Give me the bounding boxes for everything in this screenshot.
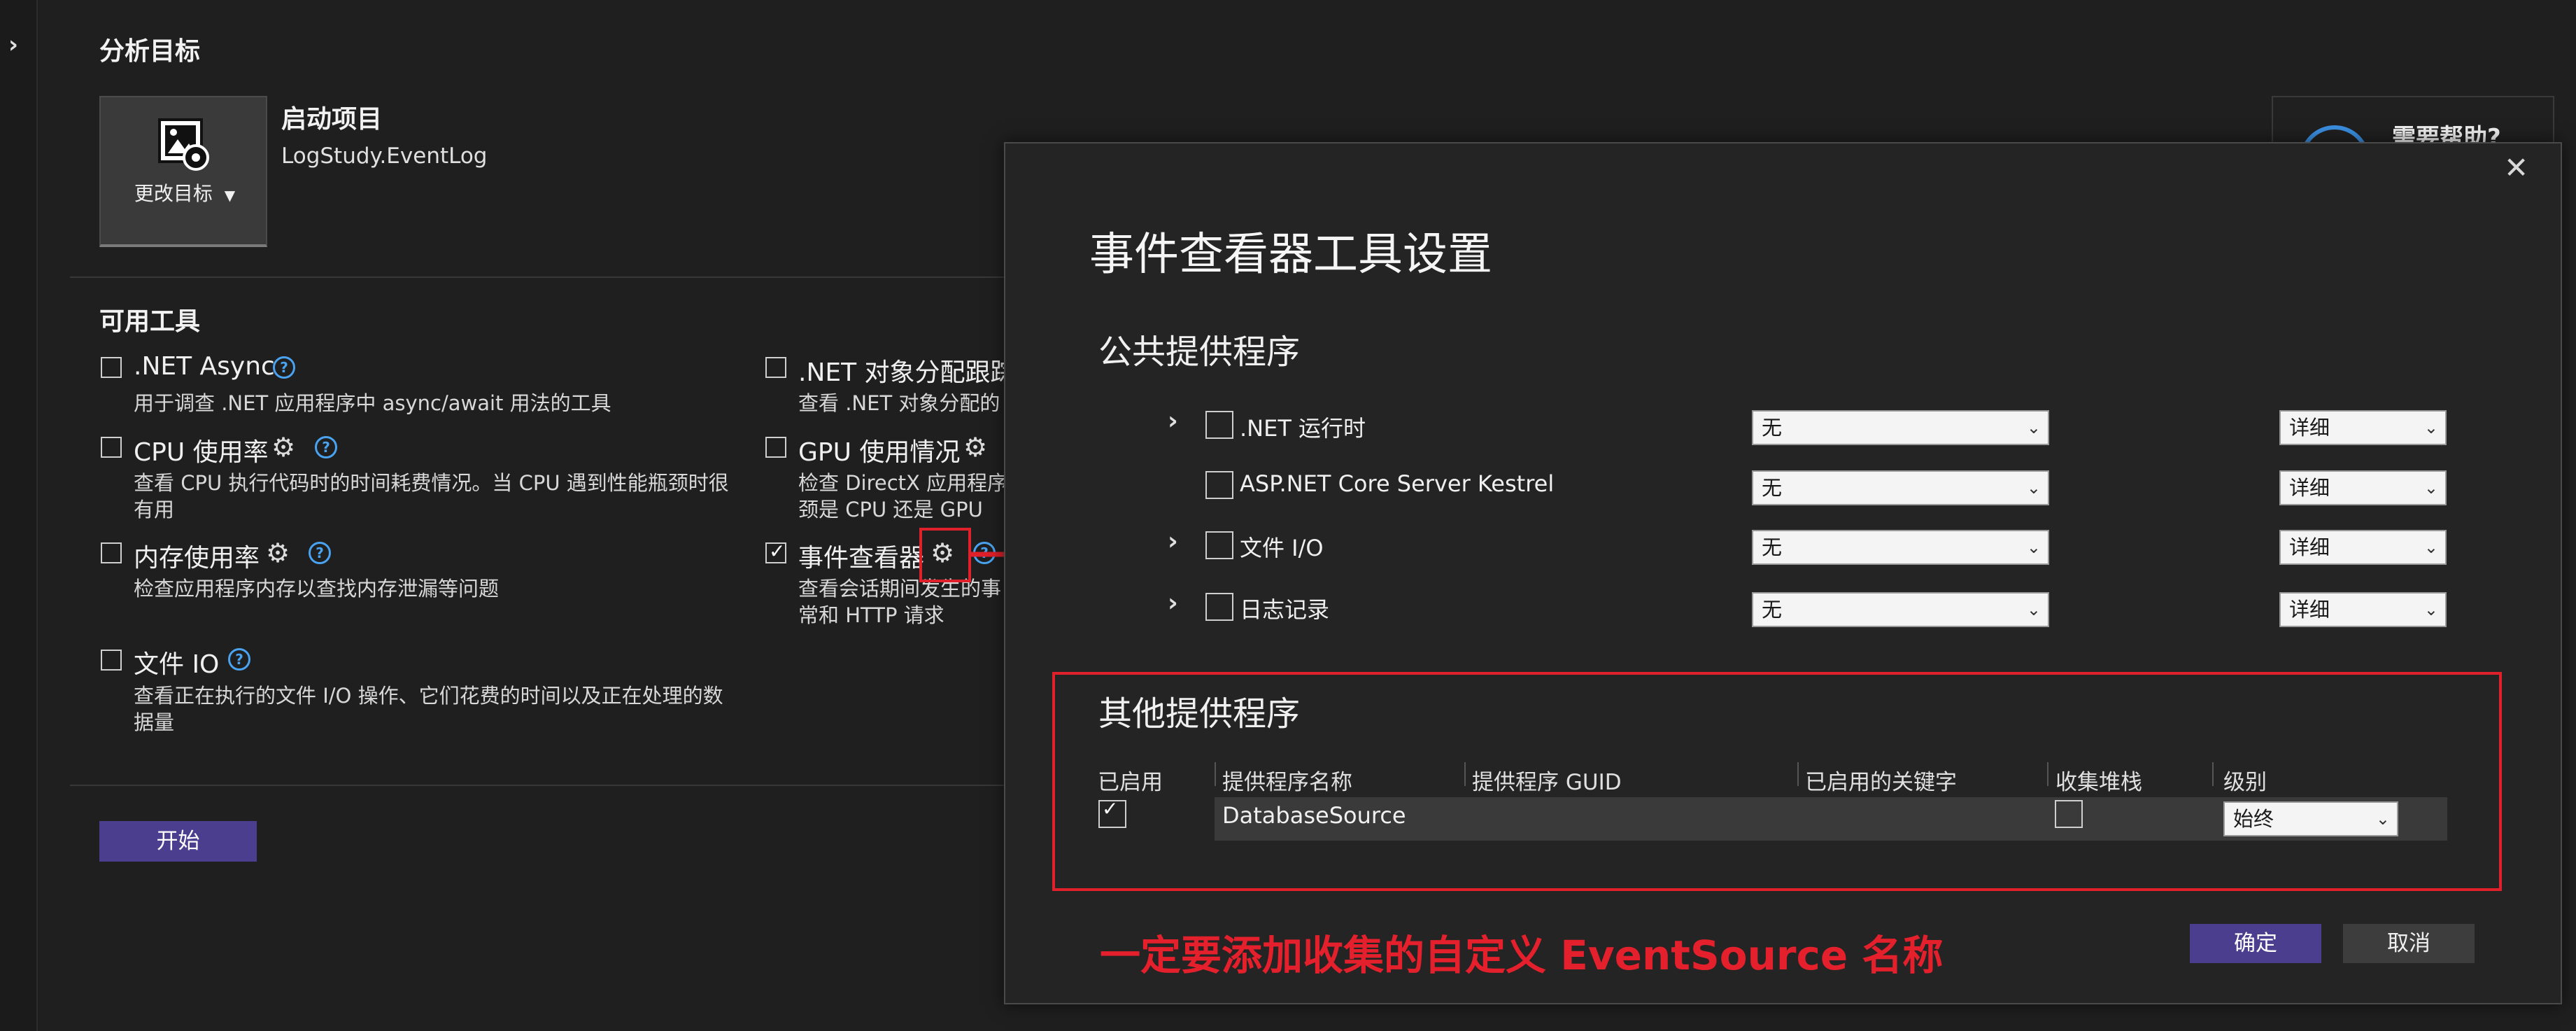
provider-label: 日志记录 [1240, 596, 1330, 623]
keyword-select-value: 无 [1762, 476, 1783, 500]
level-select-value: 详细 [2289, 598, 2330, 622]
tool-desc-net-async: 用于调查 .NET 应用程序中 async/await 用法的工具 [134, 391, 611, 415]
left-panel-strip: › [0, 0, 38, 1031]
help-icon[interactable]: ? [228, 648, 250, 671]
provider-checkbox[interactable] [1205, 531, 1233, 559]
tool-desc-memory: 检查应用程序内存以查找内存泄漏等问题 [134, 577, 500, 601]
change-target-label: 更改目标 [134, 182, 213, 205]
target-image-gear-icon [158, 118, 209, 171]
keyword-select-value: 无 [1762, 416, 1783, 440]
level-select[interactable]: 详细 ⌄ [2279, 530, 2447, 565]
tool-title-memory: 内存使用率 [134, 544, 260, 573]
tool-desc-file-io-line2: 据量 [134, 710, 175, 734]
keyword-select[interactable]: 无 ⌄ [1752, 592, 2049, 627]
start-button[interactable]: 开始 [99, 821, 257, 862]
annotation-highlight-box [919, 528, 971, 582]
analysis-target-heading: 分析目标 [99, 37, 201, 66]
chevron-down-icon: ⌄ [2026, 538, 2041, 557]
tool-checkbox-net-object-alloc[interactable] [765, 357, 786, 378]
tool-checkbox-event-viewer[interactable] [765, 540, 786, 563]
tool-desc-net-object-alloc: 查看 .NET 对象分配的 [798, 391, 1000, 415]
divider [70, 276, 1007, 278]
provider-label: ASP.NET Core Server Kestrel [1240, 470, 1555, 497]
chevron-down-icon: ⌄ [2026, 600, 2041, 619]
keyword-select-value: 无 [1762, 535, 1783, 559]
tool-checkbox-gpu[interactable] [765, 437, 786, 458]
tool-title-file-io: 文件 IO [134, 650, 220, 679]
provider-checkbox[interactable] [1205, 471, 1233, 499]
project-name: LogStudy.EventLog [281, 143, 488, 169]
change-target-button[interactable]: 更改目标 ▼ [99, 96, 267, 247]
level-select-value: 详细 [2289, 476, 2330, 500]
cancel-button[interactable]: 取消 [2343, 924, 2475, 963]
keyword-select[interactable]: 无 ⌄ [1752, 530, 2049, 565]
provider-label: 文件 I/O [1240, 535, 1324, 561]
level-select[interactable]: 详细 ⌄ [2279, 470, 2447, 505]
tool-title-cpu: CPU 使用率 [134, 438, 269, 467]
tool-title-net-object-alloc: .NET 对象分配跟踪 [798, 358, 1016, 387]
provider-label: .NET 运行时 [1240, 415, 1366, 442]
dialog-title: 事件查看器工具设置 [1089, 229, 1492, 281]
keyword-select[interactable]: 无 ⌄ [1752, 410, 2049, 445]
tool-desc-file-io-line1: 查看正在执行的文件 I/O 操作、它们花费的时间以及正在处理的数 [134, 684, 723, 708]
tool-title-net-async: .NET Async [134, 352, 275, 381]
chevron-down-icon: ⌄ [2423, 538, 2438, 557]
tool-checkbox-memory[interactable] [101, 542, 122, 563]
help-icon[interactable]: ? [273, 356, 295, 379]
annotation-text: 一定要添加收集的自定义 EventSource 名称 [1100, 932, 1944, 979]
tool-desc-event-viewer-line2: 常和 HTTP 请求 [798, 603, 944, 627]
available-tools-heading: 可用工具 [99, 307, 201, 336]
level-select[interactable]: 详细 ⌄ [2279, 410, 2447, 445]
level-select[interactable]: 详细 ⌄ [2279, 592, 2447, 627]
tool-title-event-viewer: 事件查看器 [798, 544, 925, 573]
tool-desc-cpu-line2: 有用 [134, 498, 175, 521]
level-select-value: 详细 [2289, 535, 2330, 559]
annotation-box [1052, 672, 2502, 891]
chevron-down-icon: ⌄ [2026, 418, 2041, 437]
gear-icon[interactable]: ⚙ [271, 434, 295, 461]
gear-icon[interactable]: ⚙ [266, 540, 290, 566]
tool-title-gpu: GPU 使用情况 [798, 438, 961, 467]
public-providers-heading: 公共提供程序 [1098, 332, 1301, 372]
caret-down-icon: ▼ [224, 187, 236, 204]
chevron-down-icon: ⌄ [2026, 478, 2041, 498]
expand-chevron-icon[interactable]: › [1168, 589, 1178, 617]
expand-chevron-icon[interactable]: › [1168, 527, 1178, 556]
help-icon[interactable]: ? [315, 436, 337, 458]
close-icon[interactable]: ✕ [2504, 150, 2528, 185]
chevron-down-icon: ⌄ [2423, 418, 2438, 437]
gear-icon[interactable]: ⚙ [963, 434, 987, 461]
chevron-right-icon[interactable]: › [8, 31, 18, 59]
keyword-select-value: 无 [1762, 598, 1783, 622]
tool-desc-gpu-line1: 检查 DirectX 应用程序 [798, 471, 1008, 495]
tool-checkbox-net-async[interactable] [101, 357, 122, 378]
help-icon[interactable]: ? [309, 542, 331, 564]
tool-desc-cpu-line1: 查看 CPU 执行代码时的时间耗费情况。当 CPU 遇到性能瓶颈时很 [134, 471, 729, 495]
level-select-value: 详细 [2289, 416, 2330, 440]
chevron-down-icon: ⌄ [2423, 478, 2438, 498]
tool-checkbox-cpu[interactable] [101, 437, 122, 458]
provider-checkbox[interactable] [1205, 411, 1233, 439]
chevron-down-icon: ⌄ [2423, 600, 2438, 619]
tool-checkbox-file-io[interactable] [101, 650, 122, 671]
tool-desc-gpu-line2: 颈是 CPU 还是 GPU [798, 498, 983, 521]
startup-project-title: 启动项目 [281, 105, 383, 134]
ok-button[interactable]: 确定 [2190, 924, 2321, 963]
provider-checkbox[interactable] [1205, 593, 1233, 621]
keyword-select[interactable]: 无 ⌄ [1752, 470, 2049, 505]
expand-chevron-icon[interactable]: › [1168, 407, 1178, 435]
divider [70, 785, 1007, 786]
